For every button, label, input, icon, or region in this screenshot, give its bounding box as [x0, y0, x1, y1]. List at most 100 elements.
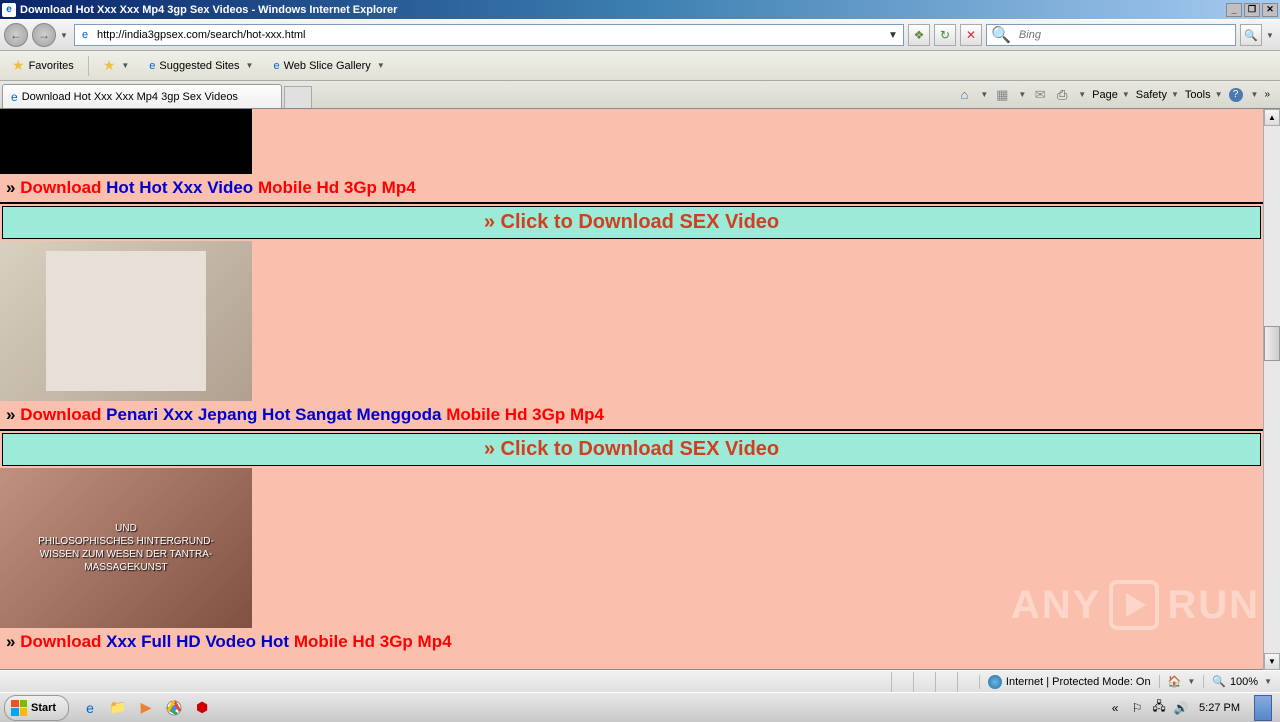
expand-chevrons-icon[interactable]: »	[1264, 89, 1270, 100]
chevron-down-icon: ▼	[1215, 90, 1223, 99]
quick-launch: e 📁 ▶ ⬢	[73, 697, 219, 719]
video-link[interactable]: » Download Penari Xxx Jepang Hot Sangat …	[0, 401, 1263, 429]
video-link[interactable]: » Download Xxx Full HD Vodeo Hot Mobile …	[0, 628, 1263, 656]
flag-icon[interactable]: ⚐	[1129, 700, 1145, 716]
tools-menu[interactable]: Tools ▼	[1185, 89, 1223, 101]
nav-history-dropdown[interactable]: ▼	[60, 31, 70, 40]
forward-button[interactable]: →	[32, 23, 56, 47]
scroll-down-button[interactable]: ▼	[1264, 653, 1280, 670]
web-slice-button[interactable]: e Web Slice Gallery ▼	[267, 58, 390, 74]
scroll-track[interactable]	[1264, 126, 1280, 653]
media-player-icon[interactable]: ▶	[135, 697, 157, 719]
network-icon[interactable]: 🖧	[1151, 700, 1167, 716]
bullet-icon: »	[6, 632, 15, 651]
search-provider-dropdown[interactable]: ▼	[1266, 31, 1276, 40]
bullet-icon: »	[6, 178, 15, 197]
tab-title: Download Hot Xxx Xxx Mp4 3gp Sex Videos	[22, 91, 238, 103]
security-zone[interactable]: Internet | Protected Mode: On	[979, 675, 1159, 689]
download-label: Download	[20, 632, 101, 651]
new-tab-button[interactable]	[284, 86, 312, 108]
stop-button[interactable]: ✕	[960, 24, 982, 46]
add-favorite-button[interactable]: ★ ▼	[97, 55, 135, 76]
feeds-icon[interactable]: ▦	[994, 87, 1010, 103]
page-label: Page	[1092, 89, 1118, 101]
minimize-button[interactable]: _	[1226, 3, 1242, 17]
chevron-down-icon[interactable]: ▼	[1018, 90, 1026, 99]
scroll-up-button[interactable]: ▲	[1264, 109, 1280, 126]
mail-icon[interactable]: ✉	[1032, 87, 1048, 103]
window-controls: _ ❐ ✕	[1226, 3, 1278, 17]
video-suffix: Mobile Hd 3Gp Mp4	[294, 632, 452, 651]
browser-tab[interactable]: e Download Hot Xxx Xxx Mp4 3gp Sex Video…	[2, 84, 282, 108]
explorer-taskbar-icon[interactable]: 📁	[107, 697, 129, 719]
tools-label: Tools	[1185, 89, 1211, 101]
address-dropdown[interactable]: ▼	[885, 30, 901, 41]
video-item: » Download Penari Xxx Jepang Hot Sangat …	[0, 241, 1263, 431]
search-bar[interactable]: 🔍	[986, 24, 1236, 46]
tab-favicon: e	[11, 90, 18, 104]
chevron-down-icon: ▼	[1122, 90, 1130, 99]
video-thumbnail[interactable]	[0, 109, 252, 174]
compat-view-button[interactable]: ❖	[908, 24, 930, 46]
volume-icon[interactable]: 🔊	[1173, 700, 1189, 716]
zoom-value: 100%	[1230, 676, 1258, 688]
zoom-control[interactable]: 🔍 100% ▼	[1203, 675, 1280, 688]
video-title: Hot Hot Xxx Video	[106, 178, 253, 197]
search-go-button[interactable]: 🔍	[1240, 24, 1262, 46]
security-icon[interactable]: ⬢	[191, 697, 213, 719]
scroll-thumb[interactable]	[1264, 326, 1280, 361]
chevron-down-icon: ▼	[121, 61, 129, 70]
chevron-down-icon[interactable]: ▼	[1251, 90, 1259, 99]
windows-logo-icon	[11, 700, 27, 716]
ie-icon: e	[2, 3, 16, 17]
star-add-icon: ★	[103, 57, 116, 74]
maximize-button[interactable]: ❐	[1244, 3, 1260, 17]
chevron-down-icon[interactable]: ▼	[1078, 90, 1086, 99]
protected-mode-toggle[interactable]: 🏠 ▼	[1159, 675, 1204, 688]
favorites-button[interactable]: ★ Favorites	[6, 55, 80, 76]
command-bar: ⌂ ▼ ▦ ▼ ✉ ⎙ ▼ Page ▼ Safety ▼ Tools ▼ ? …	[948, 81, 1278, 108]
page-menu[interactable]: Page ▼	[1092, 89, 1130, 101]
download-cta-button[interactable]: » Click to Download SEX Video	[2, 433, 1261, 466]
help-icon[interactable]: ?	[1229, 88, 1243, 102]
divider	[88, 56, 89, 76]
show-desktop-button[interactable]	[1254, 695, 1272, 721]
ie-taskbar-icon[interactable]: e	[79, 697, 101, 719]
back-button[interactable]: ←	[4, 23, 28, 47]
download-label: Download	[20, 405, 101, 424]
suggested-sites-button[interactable]: e Suggested Sites ▼	[143, 58, 259, 74]
ie-small-icon: e	[149, 60, 155, 72]
taskbar: Start e 📁 ▶ ⬢ « ⚐ 🖧 🔊 5:27 PM	[0, 692, 1280, 722]
bullet-icon: »	[6, 405, 15, 424]
start-label: Start	[31, 702, 56, 714]
star-icon: ★	[12, 57, 25, 74]
search-input[interactable]	[1015, 29, 1235, 41]
chrome-icon[interactable]	[163, 697, 185, 719]
safety-menu[interactable]: Safety ▼	[1136, 89, 1179, 101]
clock[interactable]: 5:27 PM	[1195, 702, 1244, 714]
download-cta-button[interactable]: » Click to Download SEX Video	[2, 206, 1261, 239]
suggested-label: Suggested Sites	[159, 60, 239, 72]
chevron-down-icon[interactable]: ▼	[980, 90, 988, 99]
favorites-label: Favorites	[29, 60, 74, 72]
print-icon[interactable]: ⎙	[1054, 87, 1070, 103]
video-link[interactable]: » Download Hot Hot Xxx Video Mobile Hd 3…	[0, 174, 1263, 202]
address-bar[interactable]: e ▼	[74, 24, 904, 46]
show-hidden-icon[interactable]: «	[1107, 700, 1123, 716]
home-icon[interactable]: ⌂	[956, 87, 972, 103]
video-item: » Download Hot Hot Xxx Video Mobile Hd 3…	[0, 109, 1263, 204]
url-input[interactable]	[93, 29, 885, 41]
chevron-down-icon: ▼	[1187, 677, 1195, 686]
video-thumbnail[interactable]	[0, 241, 252, 401]
zoom-icon: 🔍	[1212, 675, 1226, 688]
status-cell	[913, 672, 935, 692]
refresh-button[interactable]: ↻	[934, 24, 956, 46]
close-button[interactable]: ✕	[1262, 3, 1278, 17]
video-thumbnail[interactable]: UND PHILOSOPHISCHES HINTERGRUND- WISSEN …	[0, 468, 252, 628]
vertical-scrollbar[interactable]: ▲ ▼	[1263, 109, 1280, 670]
video-suffix: Mobile Hd 3Gp Mp4	[446, 405, 604, 424]
globe-icon	[988, 675, 1002, 689]
chevron-down-icon: ▼	[246, 61, 254, 70]
status-cell	[957, 672, 979, 692]
start-button[interactable]: Start	[4, 695, 69, 721]
